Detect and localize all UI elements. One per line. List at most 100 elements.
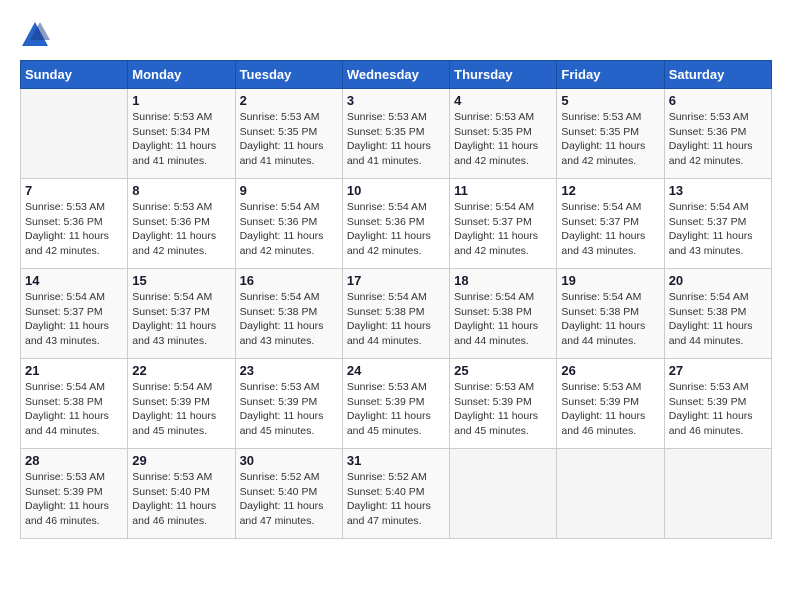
day-number: 21 [25, 363, 123, 378]
day-info: Sunrise: 5:53 AM Sunset: 5:39 PM Dayligh… [347, 380, 445, 439]
day-info: Sunrise: 5:53 AM Sunset: 5:36 PM Dayligh… [25, 200, 123, 259]
header-day-saturday: Saturday [664, 61, 771, 89]
day-info: Sunrise: 5:53 AM Sunset: 5:36 PM Dayligh… [669, 110, 767, 169]
header-day-wednesday: Wednesday [342, 61, 449, 89]
day-number: 14 [25, 273, 123, 288]
day-info: Sunrise: 5:53 AM Sunset: 5:35 PM Dayligh… [240, 110, 338, 169]
day-info: Sunrise: 5:54 AM Sunset: 5:38 PM Dayligh… [561, 290, 659, 349]
day-info: Sunrise: 5:53 AM Sunset: 5:34 PM Dayligh… [132, 110, 230, 169]
header-day-friday: Friday [557, 61, 664, 89]
day-info: Sunrise: 5:53 AM Sunset: 5:39 PM Dayligh… [561, 380, 659, 439]
calendar-cell: 10Sunrise: 5:54 AM Sunset: 5:36 PM Dayli… [342, 179, 449, 269]
calendar-cell: 5 Sunrise: 5:53 AM Sunset: 5:35 PM Daylig… [557, 89, 664, 179]
header-day-thursday: Thursday [450, 61, 557, 89]
calendar-cell: 6 Sunrise: 5:53 AM Sunset: 5:36 PM Daylig… [664, 89, 771, 179]
calendar-week-4: 21 Sunrise: 5:54 AM Sunset: 5:38 PM Dayli… [21, 359, 772, 449]
day-number: 10 [347, 183, 445, 198]
day-info: Sunrise: 5:54 AM Sunset: 5:39 PM Dayligh… [132, 380, 230, 439]
day-number: 17 [347, 273, 445, 288]
calendar-cell: 17 Sunrise: 5:54 AM Sunset: 5:38 PM Dayli… [342, 269, 449, 359]
calendar-cell: 19 Sunrise: 5:54 AM Sunset: 5:38 PM Dayli… [557, 269, 664, 359]
calendar-cell: 18 Sunrise: 5:54 AM Sunset: 5:38 PM Dayli… [450, 269, 557, 359]
day-info: Sunrise: 5:53 AM Sunset: 5:36 PM Dayligh… [132, 200, 230, 259]
day-info: Sunrise: 5:54 AM Sunset: 5:38 PM Dayligh… [454, 290, 552, 349]
logo [20, 20, 54, 50]
calendar-cell: 15 Sunrise: 5:54 AM Sunset: 5:37 PM Dayli… [128, 269, 235, 359]
calendar-cell [450, 449, 557, 539]
header-day-tuesday: Tuesday [235, 61, 342, 89]
day-info: Sunrise: 5:53 AM Sunset: 5:35 PM Dayligh… [347, 110, 445, 169]
header-day-monday: Monday [128, 61, 235, 89]
day-number: 16 [240, 273, 338, 288]
calendar-cell: 2Sunrise: 5:53 AM Sunset: 5:35 PM Daylig… [235, 89, 342, 179]
day-info: Sunrise: 5:53 AM Sunset: 5:39 PM Dayligh… [454, 380, 552, 439]
day-number: 3 [347, 93, 445, 108]
day-number: 1 [132, 93, 230, 108]
day-number: 26 [561, 363, 659, 378]
calendar-cell: 26 Sunrise: 5:53 AM Sunset: 5:39 PM Dayli… [557, 359, 664, 449]
logo-icon [20, 20, 50, 50]
day-info: Sunrise: 5:54 AM Sunset: 5:38 PM Dayligh… [240, 290, 338, 349]
calendar-cell: 23Sunrise: 5:53 AM Sunset: 5:39 PM Dayli… [235, 359, 342, 449]
day-info: Sunrise: 5:53 AM Sunset: 5:35 PM Dayligh… [454, 110, 552, 169]
day-info: Sunrise: 5:52 AM Sunset: 5:40 PM Dayligh… [347, 470, 445, 529]
calendar-cell: 11 Sunrise: 5:54 AM Sunset: 5:37 PM Dayli… [450, 179, 557, 269]
calendar-cell: 22 Sunrise: 5:54 AM Sunset: 5:39 PM Dayli… [128, 359, 235, 449]
calendar-cell [664, 449, 771, 539]
calendar-cell: 20Sunrise: 5:54 AM Sunset: 5:38 PM Dayli… [664, 269, 771, 359]
day-number: 25 [454, 363, 552, 378]
day-info: Sunrise: 5:54 AM Sunset: 5:37 PM Dayligh… [132, 290, 230, 349]
day-number: 28 [25, 453, 123, 468]
calendar-table: SundayMondayTuesdayWednesdayThursdayFrid… [20, 60, 772, 539]
header-row: SundayMondayTuesdayWednesdayThursdayFrid… [21, 61, 772, 89]
calendar-header: SundayMondayTuesdayWednesdayThursdayFrid… [21, 61, 772, 89]
header-day-sunday: Sunday [21, 61, 128, 89]
calendar-cell: 9 Sunrise: 5:54 AM Sunset: 5:36 PM Daylig… [235, 179, 342, 269]
day-info: Sunrise: 5:54 AM Sunset: 5:37 PM Dayligh… [454, 200, 552, 259]
day-number: 6 [669, 93, 767, 108]
day-number: 22 [132, 363, 230, 378]
day-info: Sunrise: 5:54 AM Sunset: 5:37 PM Dayligh… [561, 200, 659, 259]
day-info: Sunrise: 5:53 AM Sunset: 5:39 PM Dayligh… [25, 470, 123, 529]
day-info: Sunrise: 5:54 AM Sunset: 5:38 PM Dayligh… [25, 380, 123, 439]
day-number: 11 [454, 183, 552, 198]
day-number: 9 [240, 183, 338, 198]
day-number: 4 [454, 93, 552, 108]
day-number: 31 [347, 453, 445, 468]
day-number: 29 [132, 453, 230, 468]
calendar-cell: 27Sunrise: 5:53 AM Sunset: 5:39 PM Dayli… [664, 359, 771, 449]
calendar-cell: 3 Sunrise: 5:53 AM Sunset: 5:35 PM Daylig… [342, 89, 449, 179]
day-number: 15 [132, 273, 230, 288]
calendar-cell [21, 89, 128, 179]
calendar-week-2: 7 Sunrise: 5:53 AM Sunset: 5:36 PM Daylig… [21, 179, 772, 269]
calendar-cell: 29Sunrise: 5:53 AM Sunset: 5:40 PM Dayli… [128, 449, 235, 539]
day-number: 5 [561, 93, 659, 108]
calendar-week-3: 14 Sunrise: 5:54 AM Sunset: 5:37 PM Dayli… [21, 269, 772, 359]
calendar-cell: 1 Sunrise: 5:53 AM Sunset: 5:34 PM Daylig… [128, 89, 235, 179]
day-number: 18 [454, 273, 552, 288]
calendar-cell: 4 Sunrise: 5:53 AM Sunset: 5:35 PM Daylig… [450, 89, 557, 179]
day-number: 13 [669, 183, 767, 198]
day-info: Sunrise: 5:53 AM Sunset: 5:35 PM Dayligh… [561, 110, 659, 169]
day-info: Sunrise: 5:53 AM Sunset: 5:39 PM Dayligh… [240, 380, 338, 439]
day-number: 7 [25, 183, 123, 198]
day-number: 30 [240, 453, 338, 468]
day-number: 12 [561, 183, 659, 198]
day-number: 27 [669, 363, 767, 378]
day-info: Sunrise: 5:54 AM Sunset: 5:38 PM Dayligh… [347, 290, 445, 349]
calendar-cell: 28 Sunrise: 5:53 AM Sunset: 5:39 PM Dayli… [21, 449, 128, 539]
day-info: Sunrise: 5:54 AM Sunset: 5:37 PM Dayligh… [669, 200, 767, 259]
day-number: 8 [132, 183, 230, 198]
calendar-cell: 13 Sunrise: 5:54 AM Sunset: 5:37 PM Dayli… [664, 179, 771, 269]
calendar-week-5: 28 Sunrise: 5:53 AM Sunset: 5:39 PM Dayli… [21, 449, 772, 539]
calendar-cell: 16 Sunrise: 5:54 AM Sunset: 5:38 PM Dayli… [235, 269, 342, 359]
calendar-body: 1 Sunrise: 5:53 AM Sunset: 5:34 PM Daylig… [21, 89, 772, 539]
calendar-cell: 12 Sunrise: 5:54 AM Sunset: 5:37 PM Dayli… [557, 179, 664, 269]
calendar-cell [557, 449, 664, 539]
calendar-cell: 8 Sunrise: 5:53 AM Sunset: 5:36 PM Daylig… [128, 179, 235, 269]
day-number: 19 [561, 273, 659, 288]
day-info: Sunrise: 5:54 AM Sunset: 5:36 PM Dayligh… [240, 200, 338, 259]
calendar-cell: 25 Sunrise: 5:53 AM Sunset: 5:39 PM Dayli… [450, 359, 557, 449]
page-header [20, 20, 772, 50]
day-number: 20 [669, 273, 767, 288]
